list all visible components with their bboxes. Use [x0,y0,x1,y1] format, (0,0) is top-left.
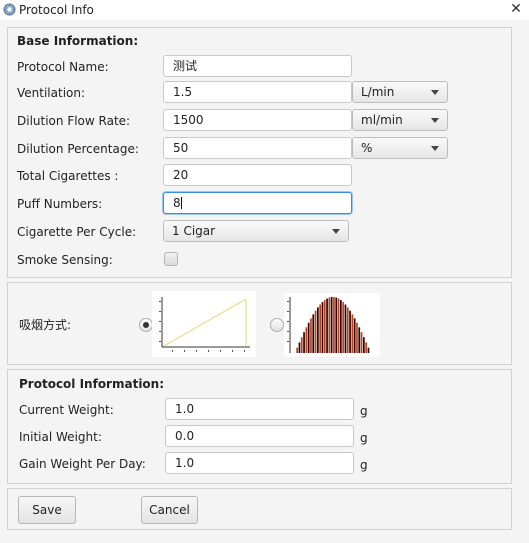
title-bar: Protocol Info ✕ [0,0,529,20]
section-title-protocol-information: Protocol Information: [19,377,165,391]
puff-numbers-value: 8 [173,196,181,210]
bell-curve-bar [317,307,319,353]
dilution-flow-rate-unit-select[interactable]: ml/min [352,109,448,131]
bell-curve-bar [305,327,308,353]
bell-curve-bar [337,298,340,353]
gain-weight-per-day-input[interactable]: 1.0 [165,452,354,474]
chevron-down-icon [431,118,439,123]
dilution-percentage-label: Dilution Percentage: [17,142,139,156]
current-weight-input[interactable]: 1.0 [165,398,354,420]
bell-curve-bar-chart-thumbnail [284,293,380,357]
current-weight-unit: g [360,404,368,418]
bell-curve-bars [296,297,370,353]
bell-curve-bar [321,302,324,353]
protocol-name-input[interactable]: 测试 [163,55,352,77]
total-cigarettes-input[interactable]: 20 [163,164,352,186]
bell-curve-bar [342,302,345,353]
base-information-panel: Base Information: Protocol Name: 测试 Vent… [7,27,512,278]
bell-curve-bar [346,307,349,353]
chevron-down-icon [332,229,340,234]
smoking-mode-bell-radio[interactable] [270,318,284,332]
gear-icon [3,3,16,16]
bell-curve-bar [314,310,317,353]
bell-curve-bar [360,332,363,353]
cigarette-per-cycle-select[interactable]: 1 Cigar [163,220,349,242]
cigarette-per-cycle-label: Cigarette Per Cycle: [17,225,137,239]
save-button[interactable]: Save [18,496,76,524]
smoking-mode-linear-radio[interactable] [139,318,153,332]
bell-curve-bar [328,297,331,353]
ventilation-unit-select[interactable]: L/min [352,81,448,103]
bell-curve-bar [303,332,305,353]
bell-curve-bar [344,304,347,353]
smoke-sensing-checkbox[interactable] [164,252,178,266]
bell-curve-bar [326,298,328,353]
gain-weight-per-day-unit: g [360,458,368,472]
bell-curve-bar [312,314,315,353]
protocol-information-panel: Protocol Information: Current Weight: 1.… [7,369,512,484]
bell-curve-bar [333,297,335,353]
dilution-flow-rate-unit-value: ml/min [361,113,403,127]
protocol-name-label: Protocol Name: [17,60,109,74]
initial-weight-unit: g [360,431,368,445]
bell-curve-bar [340,300,342,353]
bell-curve-bar [351,314,354,353]
bell-curve-bar [300,337,303,353]
bell-curve-bar [335,297,338,353]
bell-curve-bar [310,318,312,353]
bell-curve-bar [356,322,358,353]
close-icon[interactable]: ✕ [507,0,525,20]
bell-curve-bar [358,327,361,353]
ventilation-label: Ventilation: [17,86,86,100]
dilution-percentage-input[interactable]: 50 [163,137,352,159]
linear-profile-chart-thumbnail [152,291,256,357]
actions-panel: Save Cancel [7,488,512,530]
bell-curve-bar [330,297,333,353]
bell-curve-bar [323,300,326,353]
bell-curve-bar [363,337,365,353]
dilution-flow-rate-input[interactable]: 1500 [163,109,352,131]
bell-curve-bar [298,342,301,353]
chevron-down-icon [431,146,439,151]
dilution-flow-rate-label: Dilution Flow Rate: [17,114,131,128]
puff-numbers-input[interactable]: 8 [163,192,352,214]
cancel-button[interactable]: Cancel [141,496,198,524]
gain-weight-per-day-label: Gain Weight Per Day: [19,457,146,471]
smoking-mode-panel: 吸烟方式: [7,282,512,365]
cigarette-per-cycle-value: 1 Cigar [172,224,216,238]
smoking-mode-label: 吸烟方式: [19,318,72,332]
dilution-percentage-unit-value: % [361,141,373,155]
bell-curve-bar [367,347,370,353]
total-cigarettes-label: Total Cigarettes : [17,169,119,183]
bell-curve-bar [365,342,368,353]
text-caret [180,197,182,209]
bell-curve-bar [349,310,351,353]
bell-curve-bar [307,322,310,353]
current-weight-label: Current Weight: [19,403,114,417]
ventilation-unit-value: L/min [361,85,395,99]
initial-weight-label: Initial Weight: [19,430,102,444]
initial-weight-input[interactable]: 0.0 [165,425,354,447]
dilution-percentage-unit-select[interactable]: % [352,137,448,159]
ventilation-input[interactable]: 1.5 [163,81,352,103]
section-title-base-information: Base Information: [17,34,139,48]
puff-numbers-label: Puff Numbers: [17,197,103,211]
window-title: Protocol Info [19,3,94,17]
bell-curve-bar [296,347,299,353]
chevron-down-icon [431,90,439,95]
smoke-sensing-label: Smoke Sensing: [17,253,113,267]
bell-curve-bar [319,304,322,353]
bell-curve-bar [353,318,356,353]
radio-selected-dot [143,322,149,328]
